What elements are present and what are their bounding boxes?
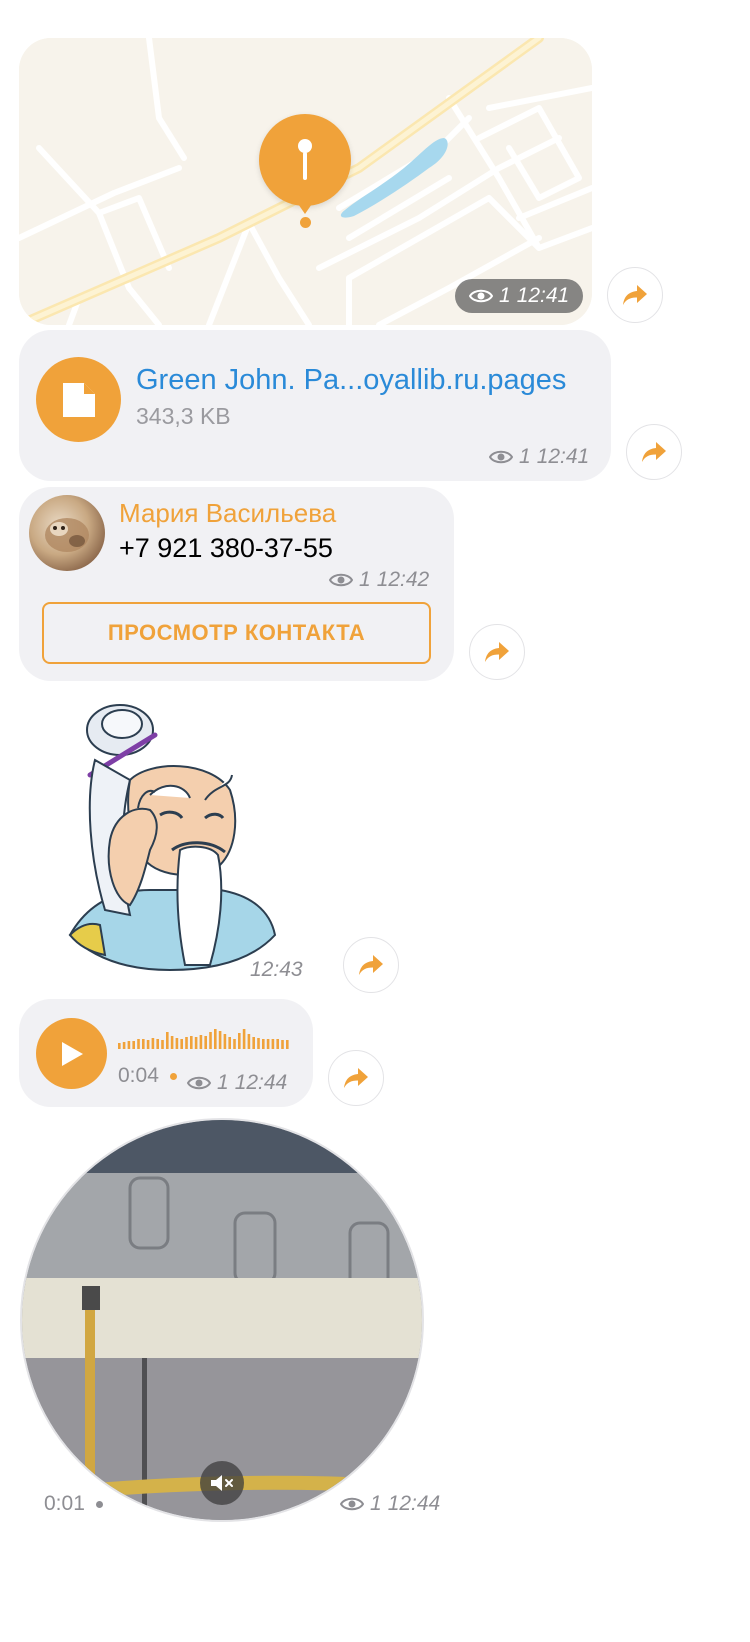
contact-message[interactable]: Мария Васильева +7 921 380-37-55 1 12:42… [19, 487, 454, 681]
voice-duration: 0:04 [118, 1064, 159, 1087]
waveform-bar [218, 1031, 222, 1049]
location-views: 1 [499, 284, 511, 307]
video-unread-dot [96, 1501, 103, 1508]
waveform-bar [252, 1037, 255, 1049]
forward-button-voice[interactable] [328, 1050, 384, 1106]
share-arrow-icon [359, 955, 383, 975]
share-arrow-icon [642, 442, 666, 462]
waveform-bar [233, 1039, 236, 1049]
views-eye-icon [340, 1497, 364, 1511]
waveform-bar [194, 1037, 198, 1049]
view-contact-button[interactable]: ПРОСМОТР КОНТАКТА [42, 602, 431, 664]
waveform-bar [137, 1039, 140, 1049]
waveform-bar [132, 1041, 135, 1049]
contact-avatar [29, 495, 105, 571]
voice-waveform[interactable] [118, 1027, 290, 1051]
unread-dot [170, 1073, 177, 1080]
mute-button[interactable] [200, 1461, 244, 1505]
share-arrow-icon [623, 285, 647, 305]
waveform-bar [166, 1032, 169, 1049]
waveform-bar [262, 1039, 265, 1049]
voice-message[interactable]: 0:04 1 12:44 [19, 999, 313, 1107]
voice-views: 1 [217, 1071, 229, 1094]
waveform-bar [170, 1036, 174, 1049]
forward-button-location[interactable] [607, 267, 663, 323]
video-duration: 0:01 [44, 1492, 85, 1515]
waveform-bar [180, 1039, 183, 1049]
mute-icon [211, 1475, 233, 1491]
location-meta: 1 12:41 [455, 279, 584, 313]
video-views: 1 [370, 1492, 382, 1515]
file-time: 12:41 [536, 445, 590, 468]
file-views: 1 [519, 445, 531, 468]
file-name[interactable]: Green John. Pa...oyallib.ru.pages [136, 364, 566, 397]
video-meta: 1 12:44 [340, 1492, 440, 1516]
contact-time: 12:42 [376, 568, 430, 591]
waveform-bar [281, 1040, 284, 1049]
waveform-bar [199, 1035, 203, 1049]
waveform-bar [175, 1038, 179, 1049]
contact-phone: +7 921 380-37-55 [119, 533, 333, 563]
file-size: 343,3 KB [136, 403, 231, 429]
voice-meta: 1 12:44 [187, 1071, 287, 1095]
document-icon[interactable] [36, 357, 121, 442]
contact-views: 1 [359, 568, 371, 591]
sticker-meta: 12:43 [250, 958, 303, 982]
waveform-bar [142, 1039, 145, 1049]
waveform-bar [238, 1033, 241, 1049]
waveform-bar [146, 1040, 150, 1049]
share-arrow-icon [344, 1068, 368, 1088]
waveform-bar [156, 1039, 159, 1049]
voice-time: 12:44 [234, 1071, 288, 1094]
waveform-bar [161, 1040, 164, 1049]
contact-name: Мария Васильева [119, 498, 337, 528]
views-eye-icon [187, 1076, 211, 1090]
waveform-bar [276, 1039, 279, 1049]
waveform-bar [247, 1034, 251, 1049]
waveform-bar [190, 1036, 193, 1049]
sticker-time: 12:43 [250, 958, 303, 981]
location-time: 12:41 [516, 284, 570, 307]
location-pin-icon [259, 114, 351, 206]
play-icon [61, 1041, 83, 1066]
waveform-bar [185, 1037, 188, 1049]
forward-button-contact[interactable] [469, 624, 525, 680]
play-button[interactable] [36, 1018, 107, 1089]
waveform-bar [209, 1032, 212, 1049]
forward-button-sticker[interactable] [343, 937, 399, 993]
sticker-message[interactable] [60, 700, 310, 980]
waveform-bar [118, 1043, 121, 1049]
views-eye-icon [489, 450, 513, 464]
waveform-bar [257, 1038, 260, 1049]
views-eye-icon [329, 573, 353, 587]
waveform-bar [214, 1029, 217, 1049]
video-time: 12:44 [387, 1492, 441, 1515]
location-point [300, 217, 311, 228]
waveform-bar [286, 1040, 289, 1049]
waveform-bar [204, 1036, 207, 1049]
waveform-bar [271, 1039, 275, 1049]
location-message[interactable]: 1 12:41 [19, 38, 592, 325]
file-message[interactable]: Green John. Pa...oyallib.ru.pages 343,3 … [19, 330, 611, 481]
waveform-bar [127, 1041, 131, 1049]
sage-sticker-image [68, 704, 277, 972]
file-meta: 1 12:41 [489, 445, 589, 469]
waveform-bar [228, 1037, 231, 1049]
forward-button-file[interactable] [626, 424, 682, 480]
views-eye-icon [469, 289, 493, 303]
waveform-bar [266, 1039, 270, 1049]
share-arrow-icon [485, 642, 509, 662]
contact-meta: 1 12:42 [329, 568, 429, 592]
waveform-bar [151, 1038, 155, 1049]
waveform-bar [122, 1042, 126, 1049]
waveform-bar [223, 1034, 227, 1049]
waveform-bar [242, 1029, 246, 1049]
video-message[interactable] [20, 1118, 424, 1522]
